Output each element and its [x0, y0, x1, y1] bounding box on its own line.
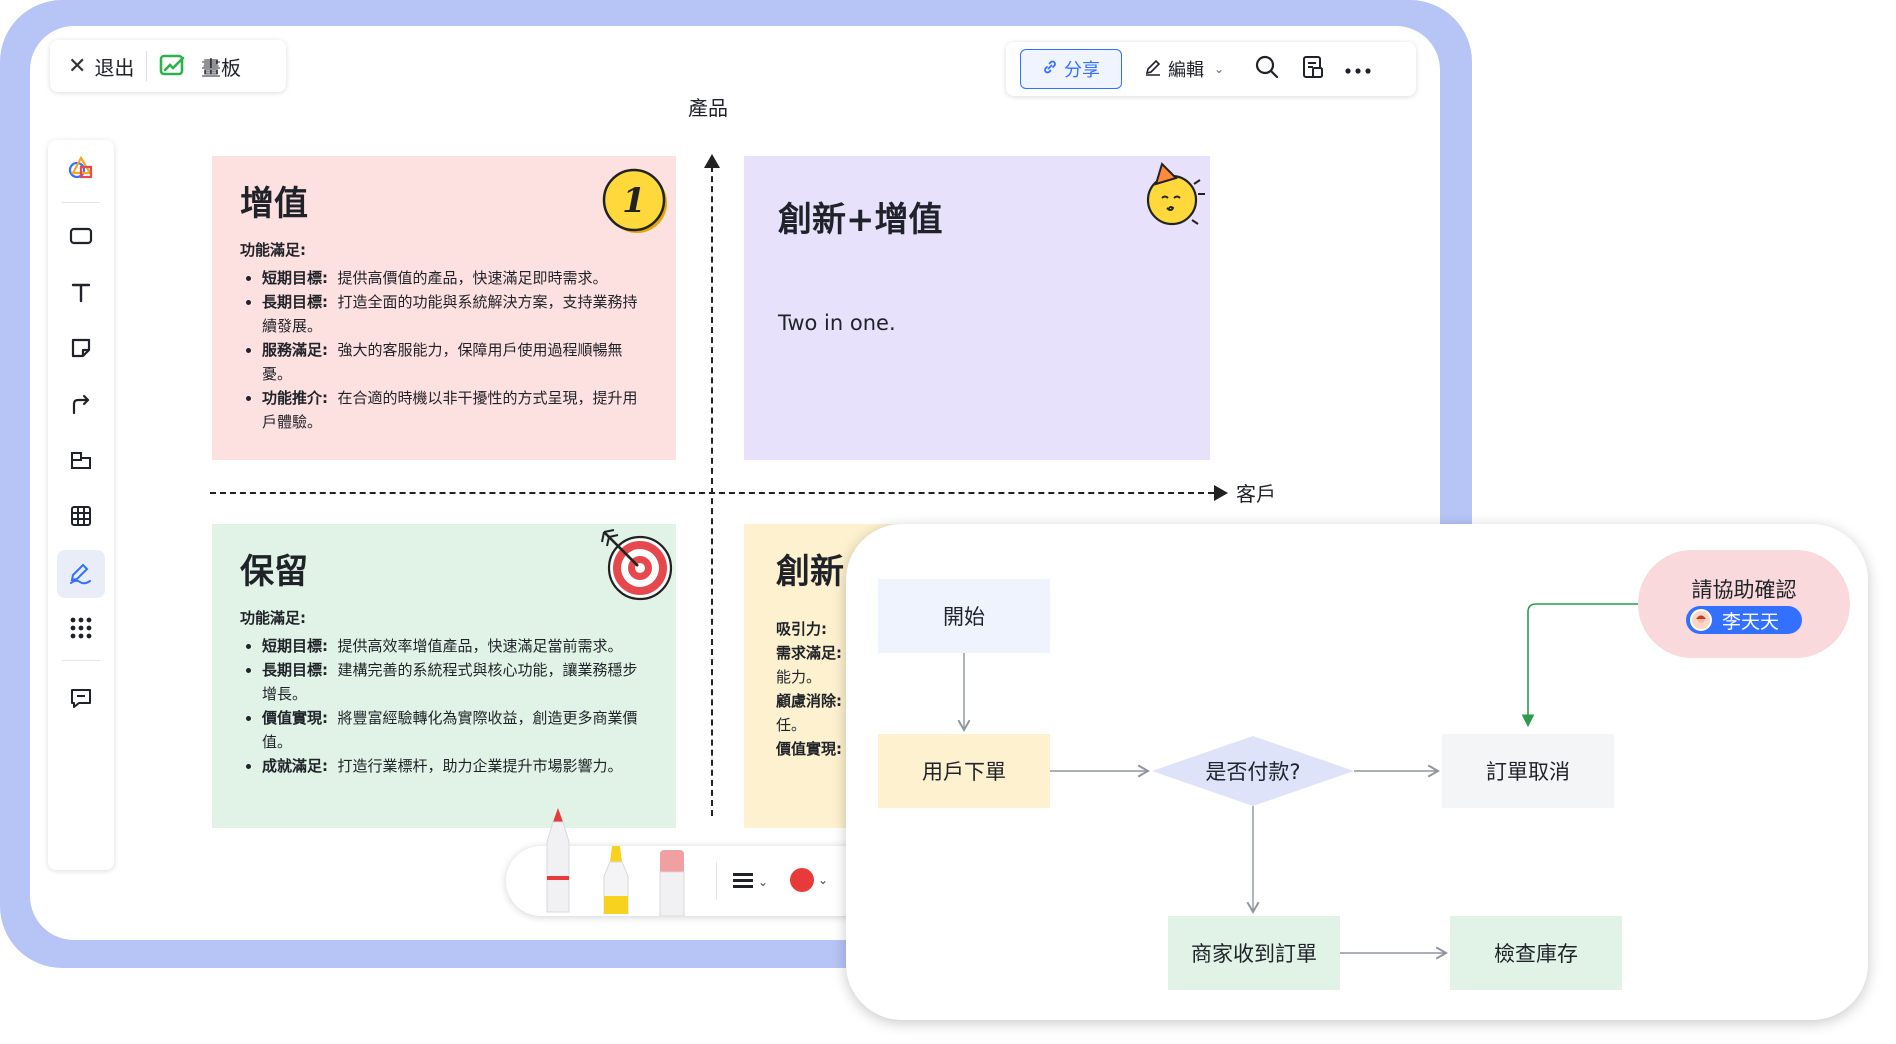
chevron-down-icon: ⌄ [1214, 62, 1225, 76]
stroke-width-dropdown[interactable]: ⌄ [732, 870, 768, 894]
list-item: 長期目標: 打造全面的功能與系統解決方案，支持業務持續發展。 [262, 290, 648, 338]
search-button[interactable] [1254, 54, 1280, 84]
card-subtitle: 功能滿足: [240, 241, 306, 259]
eraser-tool[interactable] [656, 850, 688, 920]
chevron-down-icon: ⌄ [818, 873, 829, 887]
card-subtitle: 功能滿足: [240, 609, 306, 627]
edit-label: 編輯 [1168, 60, 1204, 81]
draw-icon [68, 559, 94, 589]
x-axis-line [210, 492, 1214, 494]
exit-label: 退出 [94, 55, 135, 80]
x-axis-label: 客戶 [1236, 482, 1276, 506]
x-axis-arrow [1214, 485, 1228, 501]
flow-node-start[interactable]: 開始 [878, 579, 1050, 653]
exit-button[interactable]: ✕ 退出 [50, 40, 146, 92]
apps-tool[interactable] [57, 606, 105, 654]
card-body: Two in one. [778, 311, 896, 335]
rectangle-tool[interactable] [57, 214, 105, 262]
divider [62, 202, 100, 203]
board-button[interactable]: 畫板 [147, 52, 241, 81]
highlighter-tool[interactable] [600, 844, 632, 918]
quadrant-card-innovation-value[interactable]: 創新+增值 Two in one. [744, 156, 1210, 460]
notes-button[interactable] [1300, 54, 1326, 84]
list-item: 短期目標: 提供高效率增值產品，快速滿足當前需求。 [262, 634, 648, 658]
flow-node-check-stock[interactable]: 檢查庫存 [1450, 916, 1622, 990]
more-icon [1344, 60, 1372, 79]
flowchart-panel[interactable]: 開始 用戶下單 是否付款? 訂單取消 商家收到訂單 檢查庫存 請協助確認 李天天 [846, 524, 1868, 1020]
list-item: 短期目標: 提供高價值的產品，快速滿足即時需求。 [262, 266, 648, 290]
y-axis-label: 產品 [688, 96, 728, 120]
medal-icon: 1 [600, 166, 670, 240]
sticky-note-tool[interactable] [57, 326, 105, 374]
connector-icon [69, 392, 93, 420]
card-title: 增值 [240, 184, 308, 224]
mention-name: 李天天 [1722, 610, 1780, 633]
link-icon [1042, 59, 1058, 80]
share-label: 分享 [1064, 60, 1100, 81]
svg-text:1: 1 [622, 181, 646, 221]
rectangle-icon [68, 225, 94, 251]
flow-node-user-order[interactable]: 用戶下單 [878, 734, 1050, 808]
target-icon [598, 524, 674, 606]
card-title: 創新+增值 [778, 200, 943, 240]
stroke-width-icon [732, 870, 754, 894]
search-icon [1254, 54, 1280, 84]
list-item: 功能推介: 在合適的時機以非干擾性的方式呈現，提升用戶體驗。 [262, 386, 648, 434]
shapes-tool[interactable] [57, 146, 105, 194]
board-icon [159, 53, 187, 79]
party-emoji-icon [1142, 162, 1208, 232]
pen-icon [1144, 58, 1162, 81]
flow-node-payment-decision[interactable]: 是否付款? [1152, 736, 1354, 806]
list-item: 服務滿足: 強大的客服能力，保障用戶使用過程順暢無憂。 [262, 338, 648, 386]
frame-icon [69, 448, 93, 476]
card-list: 短期目標: 提供高效率增值產品，快速滿足當前需求。 長期目標: 建構完善的系統程… [240, 634, 648, 778]
marker-pen-tool[interactable] [542, 808, 574, 918]
table-icon [69, 504, 93, 532]
text-icon [69, 280, 93, 308]
table-tool[interactable] [57, 494, 105, 542]
top-left-toolbar: ✕ 退出 畫板 [50, 40, 286, 92]
connector-tool[interactable] [57, 382, 105, 430]
top-right-toolbar: 分享 編輯 ⌄ [1006, 42, 1416, 96]
edit-mode-dropdown[interactable]: 編輯 ⌄ [1144, 56, 1224, 82]
y-axis-line [711, 166, 713, 816]
divider [716, 862, 717, 900]
list-item: 價值實現: 將豐富經驗轉化為實際收益，創造更多商業價值。 [262, 706, 648, 754]
text-tool[interactable] [57, 270, 105, 318]
share-button[interactable]: 分享 [1020, 49, 1122, 89]
board-label: 畫板 [201, 55, 241, 80]
chevron-down-icon: ⌄ [758, 875, 769, 889]
flow-node-merchant-received[interactable]: 商家收到訂單 [1168, 916, 1340, 990]
shapes-icon [67, 155, 95, 185]
apps-icon [69, 616, 93, 644]
quadrant-card-retention[interactable]: 保留 功能滿足: 短期目標: 提供高效率增值產品，快速滿足當前需求。 長期目標:… [212, 524, 676, 828]
draw-tool[interactable] [57, 550, 105, 598]
comment-tool[interactable] [57, 676, 105, 724]
tool-sidebar [48, 140, 114, 870]
comment-icon [69, 686, 93, 714]
frame-tool[interactable] [57, 438, 105, 486]
sticky-note-icon [69, 336, 93, 364]
comment-bubble[interactable]: 請協助確認 李天天 [1638, 550, 1850, 658]
user-mention[interactable]: 李天天 [1686, 606, 1802, 634]
more-button[interactable] [1344, 60, 1372, 79]
card-title: 保留 [240, 552, 308, 592]
notes-icon [1300, 54, 1326, 84]
card-list: 短期目標: 提供高價值的產品，快速滿足即時需求。 長期目標: 打造全面的功能與系… [240, 266, 648, 434]
flow-node-order-cancel[interactable]: 訂單取消 [1442, 734, 1614, 808]
divider [62, 660, 100, 661]
quadrant-card-value-add[interactable]: 增值 功能滿足: 短期目標: 提供高價值的產品，快速滿足即時需求。 長期目標: … [212, 156, 676, 460]
list-item: 長期目標: 建構完善的系統程式與核心功能，讓業務穩步增長。 [262, 658, 648, 706]
color-picker-dropdown[interactable]: ⌄ [790, 868, 828, 892]
avatar [1690, 609, 1712, 631]
list-item: 成就滿足: 打造行業標杆，助力企業提升市場影響力。 [262, 754, 648, 778]
comment-text: 請協助確認 [1691, 578, 1797, 602]
color-swatch [790, 868, 814, 892]
close-icon: ✕ [68, 53, 87, 79]
